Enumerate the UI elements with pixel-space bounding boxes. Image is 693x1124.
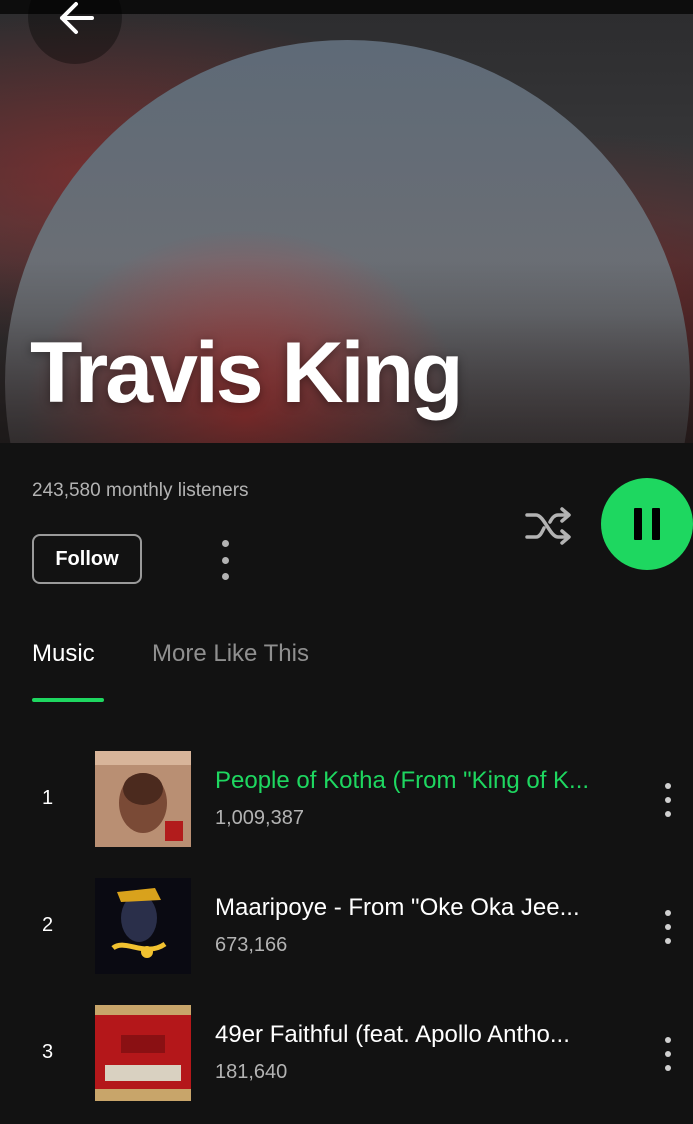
album-art <box>95 878 191 974</box>
follow-button[interactable]: Follow <box>32 534 142 584</box>
track-options-button[interactable] <box>663 1037 673 1071</box>
more-vertical-icon <box>665 910 671 916</box>
track-rank: 1 <box>42 787 54 809</box>
tab-music[interactable]: Music <box>32 640 95 668</box>
track-title: 49er Faithful (feat. Apollo Antho... <box>215 1021 570 1048</box>
monthly-listeners: 243,580 monthly listeners <box>32 480 249 501</box>
track-play-count: 1,009,387 <box>215 807 304 829</box>
more-vertical-icon <box>665 783 671 789</box>
track-row[interactable]: 3 49er Faithful (feat. Apollo Antho... 1… <box>0 1005 693 1101</box>
track-rank: 2 <box>42 914 54 936</box>
pause-button[interactable] <box>601 478 693 570</box>
more-vertical-icon <box>665 1037 671 1043</box>
track-play-count: 673,166 <box>215 934 288 956</box>
shuffle-button[interactable] <box>524 505 574 552</box>
tab-more-like-this[interactable]: More Like This <box>152 640 309 668</box>
back-button[interactable] <box>28 0 122 64</box>
artist-header-image: Travis King <box>0 0 693 443</box>
track-options-button[interactable] <box>663 783 673 817</box>
more-vertical-icon <box>221 540 229 547</box>
track-title: Maaripoye - From "Oke Oka Jee... <box>215 894 580 921</box>
track-rank: 3 <box>42 1041 54 1063</box>
track-options-button[interactable] <box>663 910 673 944</box>
pause-icon <box>634 508 642 540</box>
shuffle-icon <box>525 507 571 545</box>
more-options-button[interactable] <box>218 540 232 580</box>
track-title: People of Kotha (From "King of K... <box>215 767 590 794</box>
album-art <box>95 751 191 847</box>
track-play-count: 181,640 <box>215 1061 288 1083</box>
active-tab-indicator <box>32 698 104 702</box>
arrow-left-icon <box>60 2 94 34</box>
album-art <box>95 1005 191 1101</box>
track-row[interactable]: 2 Maaripoye - From "Oke Oka Jee... 673,1… <box>0 878 693 974</box>
track-row[interactable]: 1 People of Kotha (From "King of K... 1,… <box>0 751 693 847</box>
artist-name: Travis King <box>30 325 464 421</box>
